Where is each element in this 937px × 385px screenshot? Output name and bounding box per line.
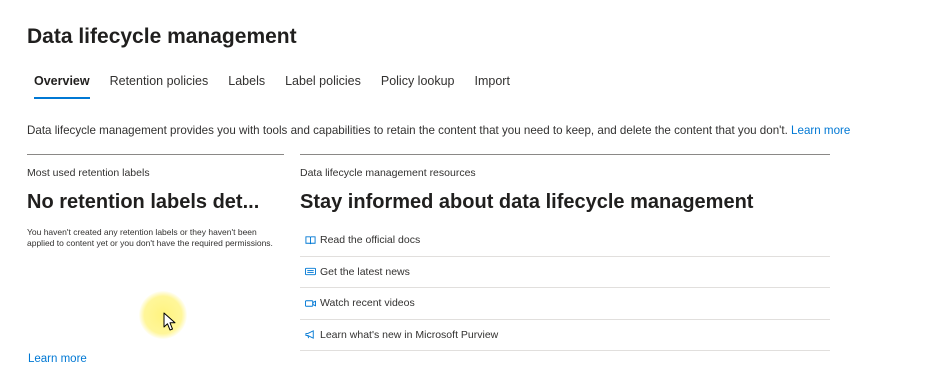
resource-item-whats-new[interactable]: Learn what's new in Microsoft Purview	[300, 320, 830, 351]
video-icon	[300, 298, 320, 309]
card-body-text: You haven't created any retention labels…	[27, 227, 273, 248]
page: Data lifecycle management Overview Reten…	[0, 0, 937, 385]
divider	[27, 154, 284, 155]
megaphone-icon	[300, 329, 320, 340]
page-description: Data lifecycle management provides you w…	[27, 124, 850, 137]
description-learn-more-link[interactable]: Learn more	[791, 124, 850, 137]
resource-item-videos[interactable]: Watch recent videos	[300, 288, 830, 320]
mouse-pointer-icon	[163, 312, 176, 331]
resource-item-label: Read the official docs	[320, 234, 421, 247]
resource-item-label: Get the latest news	[320, 265, 410, 278]
section-label: Data lifecycle management resources	[300, 167, 476, 179]
tab-import[interactable]: Import	[468, 73, 517, 99]
resource-item-news[interactable]: Get the latest news	[300, 257, 830, 288]
tab-labels[interactable]: Labels	[221, 73, 272, 99]
divider	[300, 154, 830, 155]
tab-retention-policies[interactable]: Retention policies	[103, 73, 216, 99]
card-heading: Stay informed about data lifecycle manag…	[300, 191, 754, 213]
resource-list: Read the official docs Get the latest ne…	[300, 225, 830, 351]
resource-item-label: Learn what's new in Microsoft Purview	[320, 328, 499, 341]
section-label: Most used retention labels	[27, 167, 150, 179]
tab-label-policies[interactable]: Label policies	[278, 73, 368, 99]
card-heading: No retention labels det...	[27, 191, 260, 213]
tab-policy-lookup[interactable]: Policy lookup	[374, 73, 462, 99]
resource-item-docs[interactable]: Read the official docs	[300, 225, 830, 257]
resource-item-label: Watch recent videos	[320, 297, 415, 310]
retention-learn-more-link[interactable]: Learn more	[28, 353, 87, 365]
tab-bar: Overview Retention policies Labels Label…	[27, 73, 523, 99]
news-icon	[300, 266, 320, 277]
description-text: Data lifecycle management provides you w…	[27, 124, 788, 137]
resources-card: Data lifecycle management resources Stay…	[300, 154, 830, 351]
page-title: Data lifecycle management	[27, 25, 297, 48]
tab-overview[interactable]: Overview	[27, 73, 97, 99]
book-icon	[300, 235, 320, 246]
retention-labels-card: Most used retention labels No retention …	[27, 154, 284, 248]
